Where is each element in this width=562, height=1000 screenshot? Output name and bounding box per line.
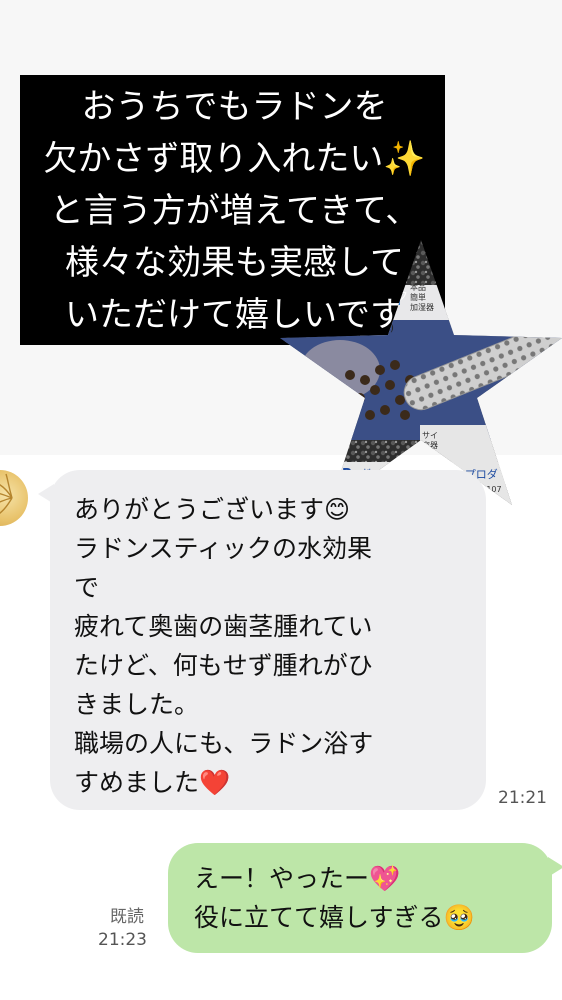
photo-label: サイ [422,431,438,440]
caption-line: 欠かさず取り入れたい✨ [43,139,426,179]
message-line: えー！やったー💖 [194,864,401,893]
star-photo-image: ク 本品 簡単 加湿器 入み) サイ 容器 中身 P (株)ホルミシスヘルスプロ… [280,240,562,505]
photo-label: 簡単 [410,292,426,302]
read-receipt: 既読 [110,907,144,927]
outgoing-timestamp: 21:23 [98,930,147,950]
photo-label: 入み) [370,323,394,334]
message-line: 職場の人にも、ラドン浴す [74,729,374,758]
message-line: たけど、何もせず腫れがひ [74,651,373,680]
flower-icon [0,473,13,514]
caption-line: おうちでもラドンを [81,87,388,127]
photo-label: 加湿器 [410,302,434,312]
message-line: で [74,573,100,602]
incoming-message-bubble[interactable]: ありがとうございます😊 ラドンスティックの水効果 で 疲れて奥歯の歯茎腫れてい … [38,470,486,810]
photo-label: 容器 [422,440,438,450]
incoming-timestamp: 21:21 [498,788,547,808]
caption-line: と言う方が増えてきて、 [49,191,420,231]
message-line: すめました❤️ [74,768,231,797]
star-photo: ク 本品 簡単 加湿器 入み) サイ 容器 中身 P (株)ホルミシスヘルスプロ… [280,240,562,505]
message-line: きました。 [74,690,200,719]
bubble-tail [548,857,562,877]
message-line: 役に立てて嬉しすぎる🥹 [194,903,475,932]
photo-label: ク [396,289,408,303]
photo-label: 中身 [422,450,438,460]
outgoing-message-bubble[interactable]: えー！やったー💖 役に立てて嬉しすぎる🥹 [168,843,562,953]
photo-label: 本品 [410,282,426,292]
message-line: 疲れて奥歯の歯茎腫れてい [74,612,373,641]
message-line: ラドンスティックの水効果 [74,534,373,563]
bubble-tail [38,484,54,504]
message-line: ありがとうございます😊 [74,495,351,524]
avatar[interactable] [0,470,28,526]
